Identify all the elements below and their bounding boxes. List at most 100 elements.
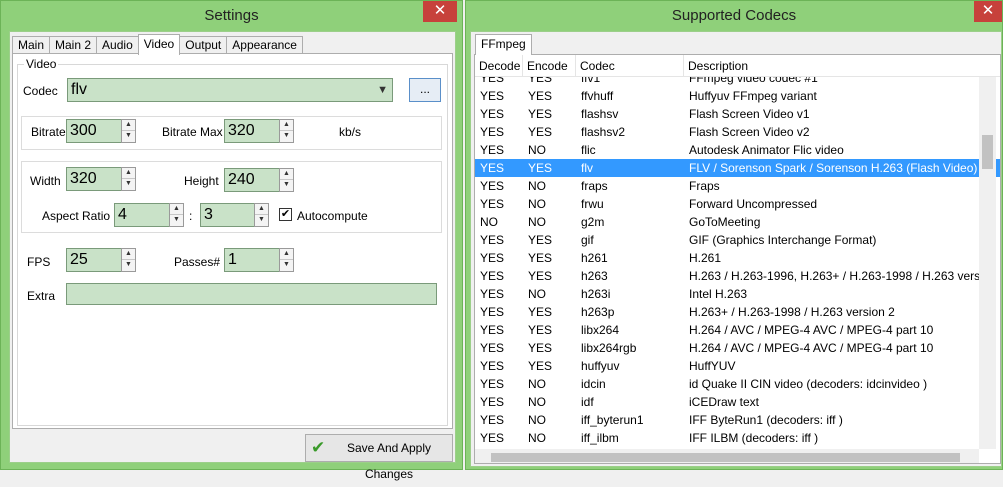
codec-row[interactable]: YES NO fraps Fraps <box>475 177 1000 195</box>
horizontal-scroll-thumb[interactable] <box>491 453 960 462</box>
aspect-height-input[interactable]: 3 <box>200 203 256 227</box>
col-description[interactable]: Description <box>684 55 984 77</box>
col-codec[interactable]: Codec <box>576 55 684 77</box>
codec-row[interactable]: YES YES flv FLV / Sorenson Spark / Sorenson… <box>475 159 1000 177</box>
codec-row[interactable]: YES YES libx264 H.264 / AVC / MPEG-4 AVC / … <box>475 321 1000 339</box>
height-stepper[interactable]: ▲ ▼ <box>279 168 294 192</box>
row-encode: NO <box>528 395 546 409</box>
passes-stepper[interactable]: ▲ ▼ <box>279 248 294 272</box>
row-encode: YES <box>528 89 553 103</box>
codec-row[interactable]: YES NO idcin id Quake II CIN video (decoder… <box>475 375 1000 393</box>
width-stepper[interactable]: ▲ ▼ <box>121 167 136 191</box>
extra-input[interactable] <box>66 283 437 305</box>
row-description: GIF (Graphics Interchange Format) <box>689 233 877 247</box>
bitrate-max-label: Bitrate Max <box>162 125 223 139</box>
row-description: Intel H.263 <box>689 287 748 301</box>
codec-row[interactable]: YES YES h261 H.261 <box>475 249 1000 267</box>
tab-appearance[interactable]: Appearance <box>226 36 303 54</box>
tab-output[interactable]: Output <box>179 36 228 54</box>
height-input[interactable]: 240 <box>224 168 280 192</box>
row-encode: YES <box>528 305 553 319</box>
tab-main-2[interactable]: Main 2 <box>49 36 98 54</box>
aspect-width-stepper[interactable]: ▲ ▼ <box>169 203 184 227</box>
row-decode: YES <box>480 251 505 265</box>
fps-input[interactable]: 25 <box>66 248 122 272</box>
tab-audio[interactable]: Audio <box>96 36 139 54</box>
codec-row[interactable]: NO NO g2m GoToMeeting <box>475 213 1000 231</box>
codec-row[interactable]: YES NO idf iCEDraw text <box>475 393 1000 411</box>
bitrate-input[interactable]: 300 <box>66 119 122 143</box>
row-encode: YES <box>528 161 553 175</box>
codec-row[interactable]: YES NO iff_ilbm IFF ILBM (decoders: iff ) <box>475 429 1000 447</box>
codec-row[interactable]: YES YES flashsv2 Flash Screen Video v2 <box>475 123 1000 141</box>
row-codec: libx264 <box>581 323 620 337</box>
vertical-scroll-thumb[interactable] <box>982 135 993 169</box>
fps-stepper[interactable]: ▲ ▼ <box>121 248 136 272</box>
codec-row[interactable]: YES YES huffyuv HuffYUV <box>475 357 1000 375</box>
row-description: GoToMeeting <box>689 215 761 229</box>
row-codec: iff_ilbm <box>581 431 619 445</box>
row-decode: YES <box>480 377 505 391</box>
vertical-scrollbar[interactable] <box>979 77 996 449</box>
codec-row[interactable]: YES YES h263p H.263+ / H.263-1998 / H.263 v… <box>475 303 1000 321</box>
passes-label: Passes# <box>174 255 221 269</box>
row-decode: YES <box>480 305 505 319</box>
row-description: H.264 / AVC / MPEG-4 AVC / MPEG-4 part 1… <box>689 341 934 355</box>
codec-row[interactable]: YES YES gif GIF (Graphics Interchange Forma… <box>475 231 1000 249</box>
codec-row[interactable]: YES YES libx264rgb H.264 / AVC / MPEG-4 AVC… <box>475 339 1000 357</box>
row-encode: YES <box>528 251 553 265</box>
row-codec: huffyuv <box>581 359 620 373</box>
save-apply-button[interactable]: ✔ Save And Apply Changes <box>305 434 453 481</box>
codec-row[interactable]: YES YES h263 H.263 / H.263-1996, H.263+ / H… <box>475 267 1000 285</box>
row-encode: NO <box>528 377 546 391</box>
codec-row[interactable]: YES NO frwu Forward Uncompressed <box>475 195 1000 213</box>
row-decode: YES <box>480 287 505 301</box>
aspect-height-stepper[interactable]: ▲ ▼ <box>254 203 269 227</box>
row-codec: h263i <box>581 287 611 301</box>
row-codec: flic <box>581 143 596 157</box>
row-decode: YES <box>480 431 505 445</box>
horizontal-scrollbar[interactable] <box>475 449 979 463</box>
row-description: Fraps <box>689 179 720 193</box>
codec-row[interactable]: YES NO h263i Intel H.263 <box>475 285 1000 303</box>
check-icon: ✔ <box>280 208 291 220</box>
height-label: Height <box>184 174 219 188</box>
codec-row[interactable]: YES YES flashsv Flash Screen Video v1 <box>475 105 1000 123</box>
row-codec: idf <box>581 395 594 409</box>
row-description: H.263 / H.263-1996, H.263+ / H.263-1998 … <box>689 269 979 283</box>
row-description: H.261 <box>689 251 722 265</box>
row-decode: YES <box>480 143 505 157</box>
row-encode: YES <box>528 233 553 247</box>
tab-video[interactable]: Video <box>137 34 181 55</box>
browse-button[interactable]: ... <box>409 78 441 102</box>
autocompute-checkbox[interactable]: ✔ <box>279 208 292 221</box>
settings-close-button[interactable]: ✕ <box>423 1 457 22</box>
col-encode[interactable]: Encode <box>523 55 576 77</box>
save-apply-label: Save And Apply Changes <box>346 441 432 481</box>
codec-combo[interactable]: flv ▼ <box>67 78 393 102</box>
row-codec: flv <box>581 161 593 175</box>
row-decode: YES <box>480 161 505 175</box>
tab-main[interactable]: Main <box>12 36 51 54</box>
tab-ffmpeg[interactable]: FFmpeg <box>475 34 532 55</box>
row-decode: YES <box>480 413 505 427</box>
bitrate-max-stepper[interactable]: ▲ ▼ <box>279 119 294 143</box>
bitrate-stepper[interactable]: ▲ ▼ <box>121 119 136 143</box>
col-decode[interactable]: Decode <box>475 55 523 77</box>
aspect-width-input[interactable]: 4 <box>114 203 170 227</box>
settings-title: Settings <box>204 7 259 24</box>
codec-row[interactable]: YES NO flic Autodesk Animator Flic video <box>475 141 1000 159</box>
row-description: IFF ByteRun1 (decoders: iff ) <box>689 413 843 427</box>
row-encode: YES <box>528 107 553 121</box>
codec-row[interactable]: YES YES ffvhuff Huffyuv FFmpeg variant <box>475 87 1000 105</box>
codec-row[interactable]: YES NO iff_byterun1 IFF ByteRun1 (decoders:… <box>475 411 1000 429</box>
passes-input[interactable]: 1 <box>224 248 280 272</box>
row-encode: NO <box>528 179 546 193</box>
row-description: iCEDraw text <box>689 395 760 409</box>
chevron-down-icon: ▼ <box>377 84 388 96</box>
bitrate-max-input[interactable]: 320 <box>224 119 280 143</box>
row-description: Huffyuv FFmpeg variant <box>689 89 817 103</box>
row-codec: flashsv2 <box>581 125 626 139</box>
codecs-close-button[interactable]: ✕ <box>974 1 1002 22</box>
width-input[interactable]: 320 <box>66 167 122 191</box>
